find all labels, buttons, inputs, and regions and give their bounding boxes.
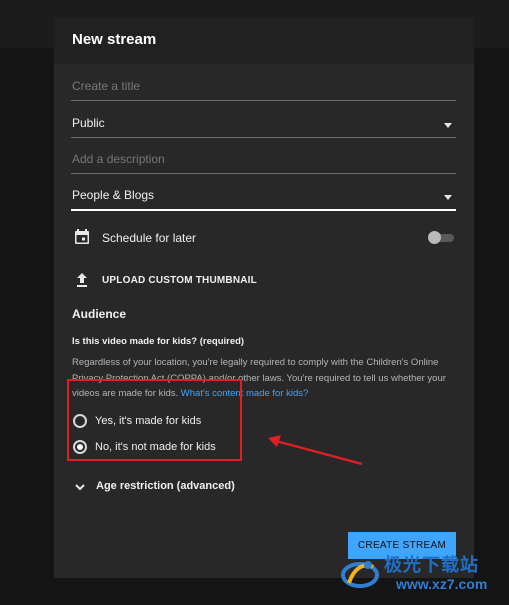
new-stream-dialog: New stream [54, 18, 474, 578]
annotation-arrow-icon [268, 435, 363, 466]
category-value: People & Blogs [72, 188, 155, 202]
visibility-select[interactable]: Public [71, 111, 456, 138]
dropdown-caret-icon [444, 195, 452, 200]
toggle-knob [428, 231, 441, 244]
description-placeholder: Add a description [72, 152, 165, 166]
description-input[interactable]: Add a description [71, 147, 456, 174]
schedule-toggle[interactable] [428, 231, 456, 244]
kids-question: Is this video made for kids? (required) [72, 336, 245, 347]
watermark: 极光下载站 www.xz7.com [340, 549, 505, 601]
chevron-down-icon[interactable] [74, 482, 86, 492]
radio-no-label[interactable]: No, it's not made for kids [95, 441, 216, 453]
dropdown-caret-icon [444, 123, 452, 128]
watermark-brand: 极光下载站 [384, 555, 479, 575]
dialog-title: New stream [72, 31, 157, 48]
title-input[interactable]: Create a title [71, 74, 456, 101]
radio-no-kids[interactable] [73, 440, 87, 454]
visibility-value: Public [72, 116, 105, 130]
watermark-url: www.xz7.com [396, 576, 488, 592]
audience-heading: Audience [72, 307, 127, 321]
category-select[interactable]: People & Blogs [71, 183, 456, 211]
radio-yes-label[interactable]: Yes, it's made for kids [95, 415, 201, 427]
schedule-label: Schedule for later [102, 231, 197, 245]
age-restriction-toggle[interactable]: Age restriction (advanced) [96, 480, 235, 492]
calendar-icon [75, 229, 89, 244]
radio-yes-kids[interactable] [73, 414, 87, 428]
upload-icon[interactable] [74, 272, 90, 288]
upload-thumbnail-button[interactable]: UPLOAD CUSTOM THUMBNAIL [102, 275, 257, 286]
watermark-logo-icon [341, 561, 379, 588]
dialog-header: New stream [54, 18, 474, 64]
title-placeholder: Create a title [72, 79, 141, 93]
